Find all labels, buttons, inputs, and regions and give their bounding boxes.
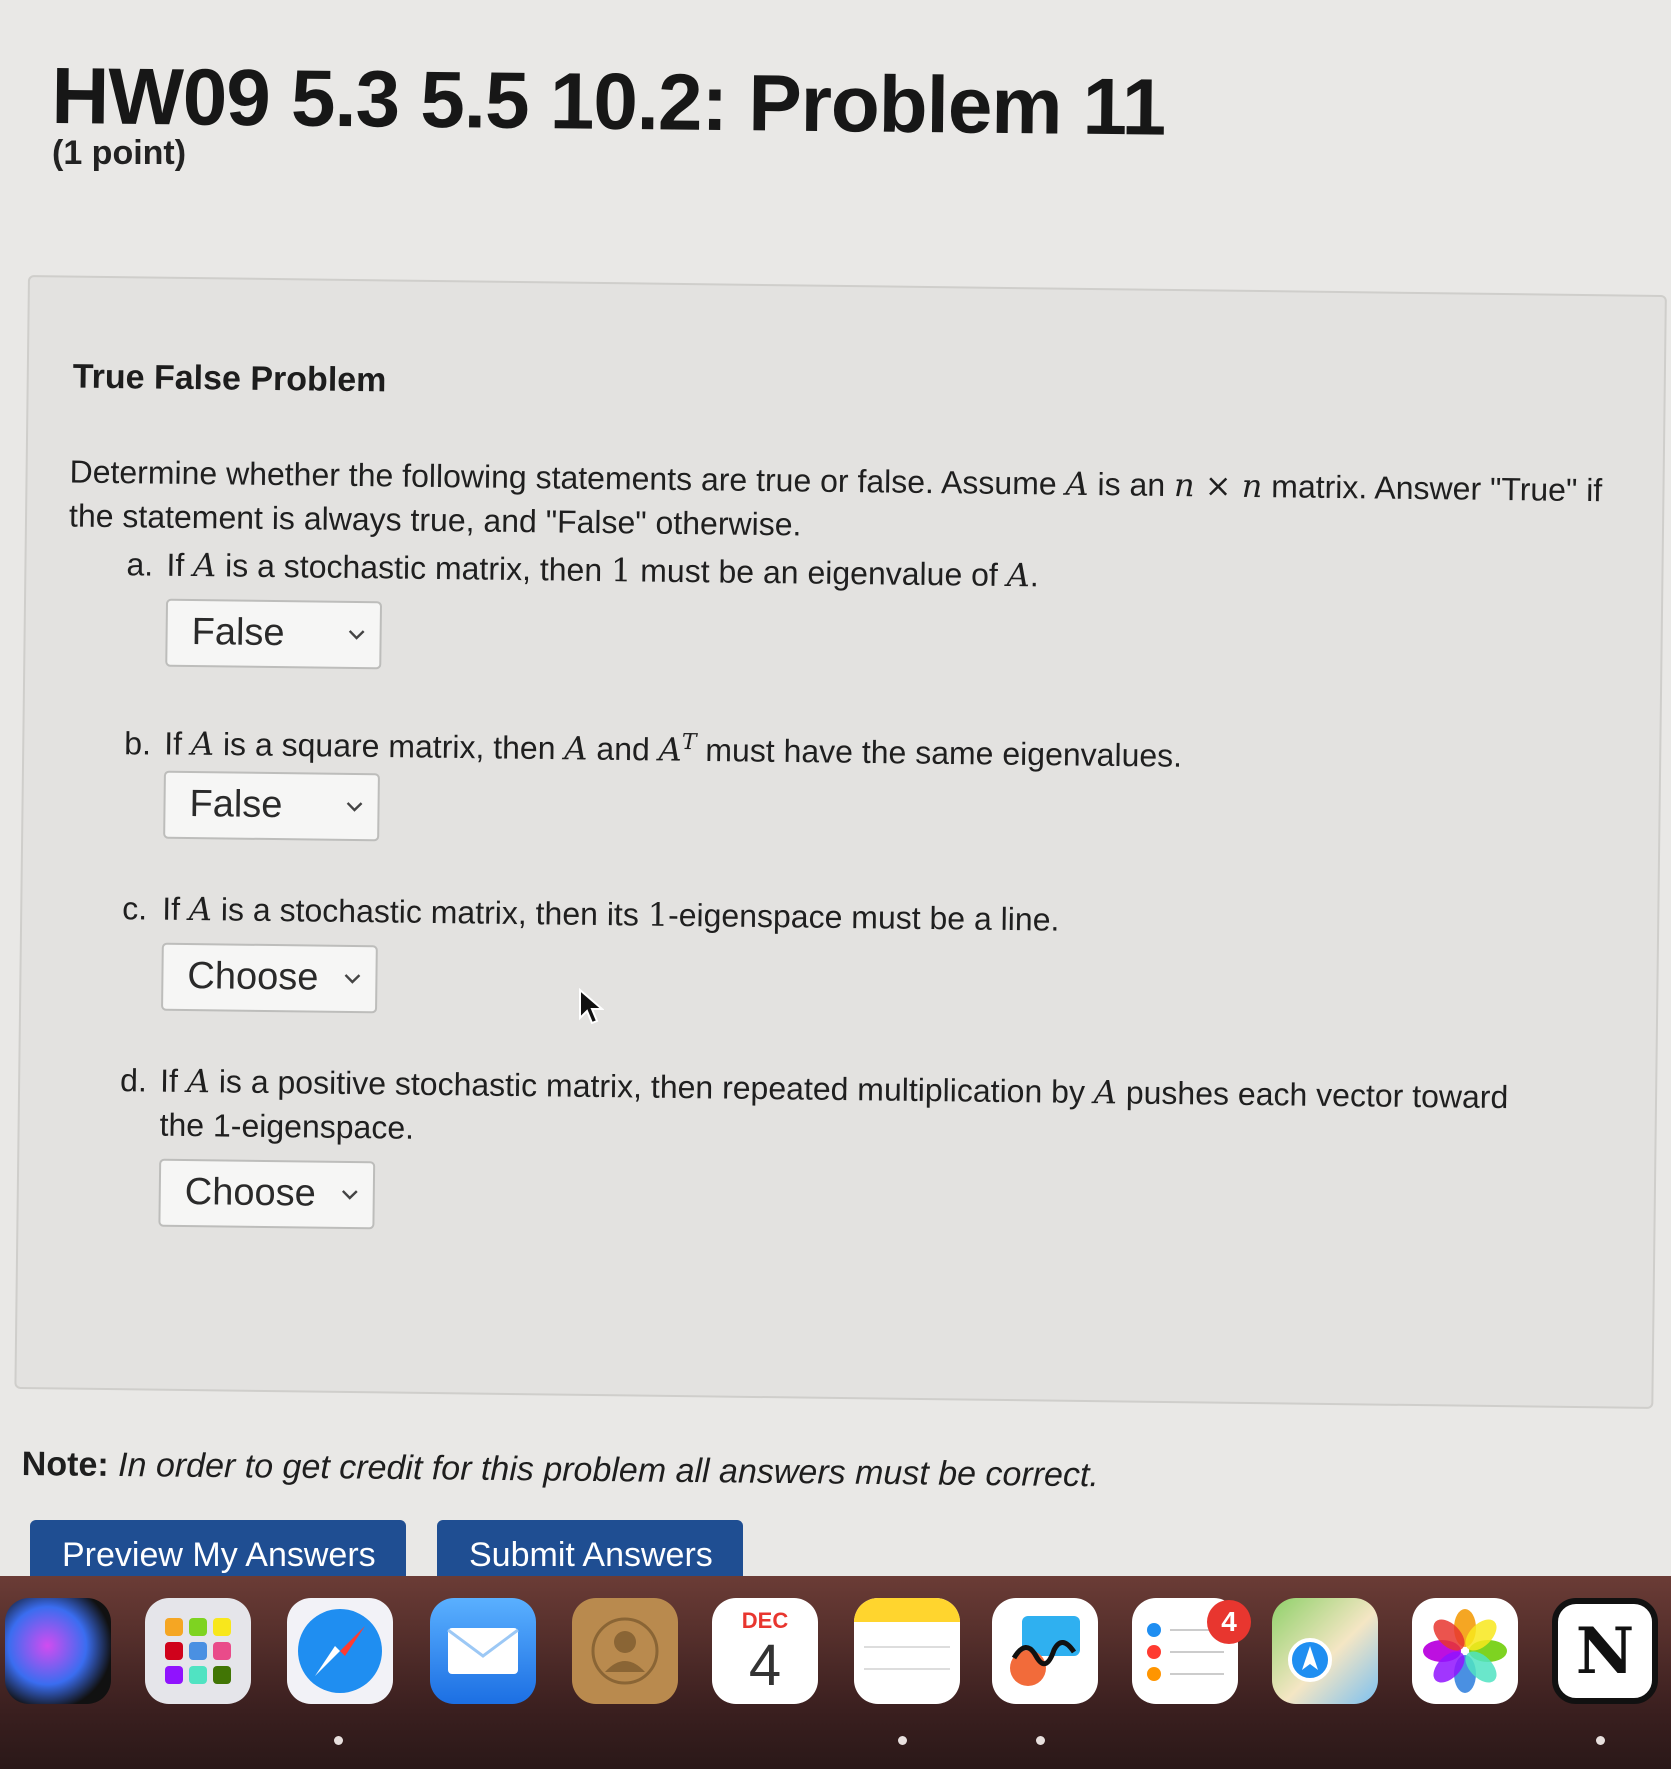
siri-icon[interactable] xyxy=(5,1598,111,1704)
contacts-icon[interactable] xyxy=(572,1598,678,1704)
freeform-icon[interactable] xyxy=(992,1598,1098,1704)
launchpad-icon[interactable] xyxy=(145,1598,251,1704)
running-indicator xyxy=(334,1736,343,1745)
answer-select-d[interactable]: Choose xyxy=(158,1158,376,1230)
points-label: (1 point) xyxy=(52,134,187,172)
mail-icon[interactable] xyxy=(430,1598,536,1704)
answer-select-c-value: Choose xyxy=(187,955,319,999)
running-indicator xyxy=(1596,1736,1605,1745)
statement-d: d. If A is a positive stochastic matrix, … xyxy=(119,1062,1509,1146)
running-indicator xyxy=(898,1736,907,1745)
reminders-badge: 4 xyxy=(1207,1600,1251,1644)
problem-box: True False Problem Determine whether the… xyxy=(14,275,1667,1409)
page-title: HW09 5.3 5.5 10.2: Problem 11 xyxy=(51,50,1166,152)
chevron-down-icon xyxy=(344,974,361,984)
answer-select-c[interactable]: Choose xyxy=(161,942,378,1014)
answer-select-a-value: False xyxy=(191,611,285,655)
answer-select-d-value: Choose xyxy=(184,1170,317,1215)
notion-icon[interactable]: N xyxy=(1552,1598,1658,1704)
answer-select-a[interactable]: False xyxy=(165,598,383,670)
instructions: Determine whether the following statemen… xyxy=(68,453,1603,543)
macos-dock: DEC 4 4 N xyxy=(0,1576,1671,1769)
credit-note: Note: In order to get credit for this pr… xyxy=(21,1445,1100,1495)
chevron-down-icon xyxy=(341,1190,358,1200)
maps-icon[interactable] xyxy=(1272,1598,1378,1704)
chevron-down-icon xyxy=(348,630,365,640)
safari-icon[interactable] xyxy=(287,1598,393,1704)
preview-answers-button[interactable]: Preview My Answers xyxy=(30,1520,406,1580)
answer-select-b-value: False xyxy=(189,783,283,827)
calendar-icon[interactable]: DEC 4 xyxy=(712,1598,818,1704)
notes-icon[interactable] xyxy=(854,1598,960,1704)
photos-icon[interactable] xyxy=(1412,1598,1518,1704)
submit-answers-button[interactable]: Submit Answers xyxy=(437,1520,743,1580)
statement-c: c. If A is a stochastic matrix, then its … xyxy=(122,890,1060,938)
chevron-down-icon xyxy=(346,802,363,812)
answer-select-b[interactable]: False xyxy=(163,770,380,842)
mouse-pointer-icon xyxy=(579,988,604,1025)
problem-heading: True False Problem xyxy=(72,357,387,400)
running-indicator xyxy=(1036,1736,1045,1745)
